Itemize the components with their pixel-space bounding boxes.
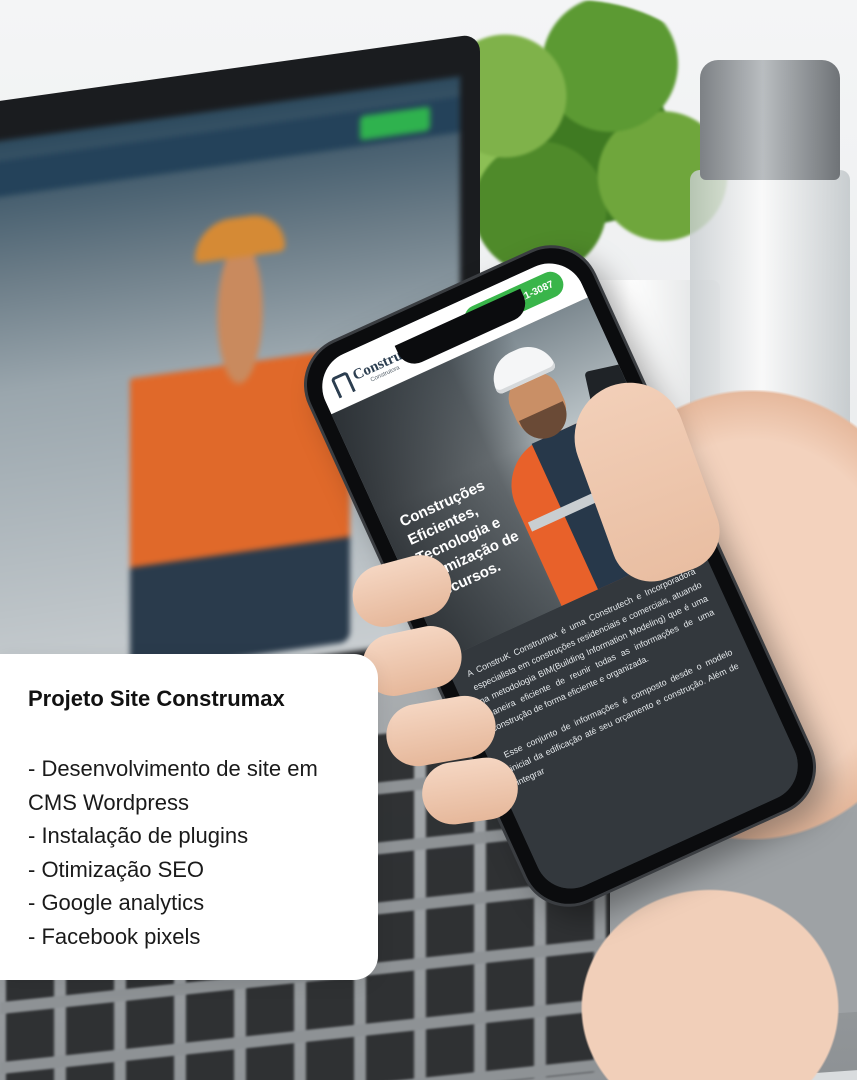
service-item: - Instalação de plugins [28,823,249,848]
service-item: - Desenvolvimento de site em CMS Wordpre… [28,756,318,815]
laptop-nav-button [360,106,430,141]
laptop-worker-image [130,221,350,673]
service-item: - Otimização SEO [28,856,205,882]
project-info-card: Projeto Site Construmax - Desenvolviment… [0,654,378,980]
left-hand-on-keyboard [560,870,857,1080]
bottle-cap [700,60,840,180]
service-item: - Facebook pixels [28,923,201,949]
project-title: Projeto Site Construmax [28,686,285,711]
project-services-list: - Desenvolvimento de site em CMS Wordpre… [28,752,350,953]
service-item: - Google analytics [28,890,205,915]
